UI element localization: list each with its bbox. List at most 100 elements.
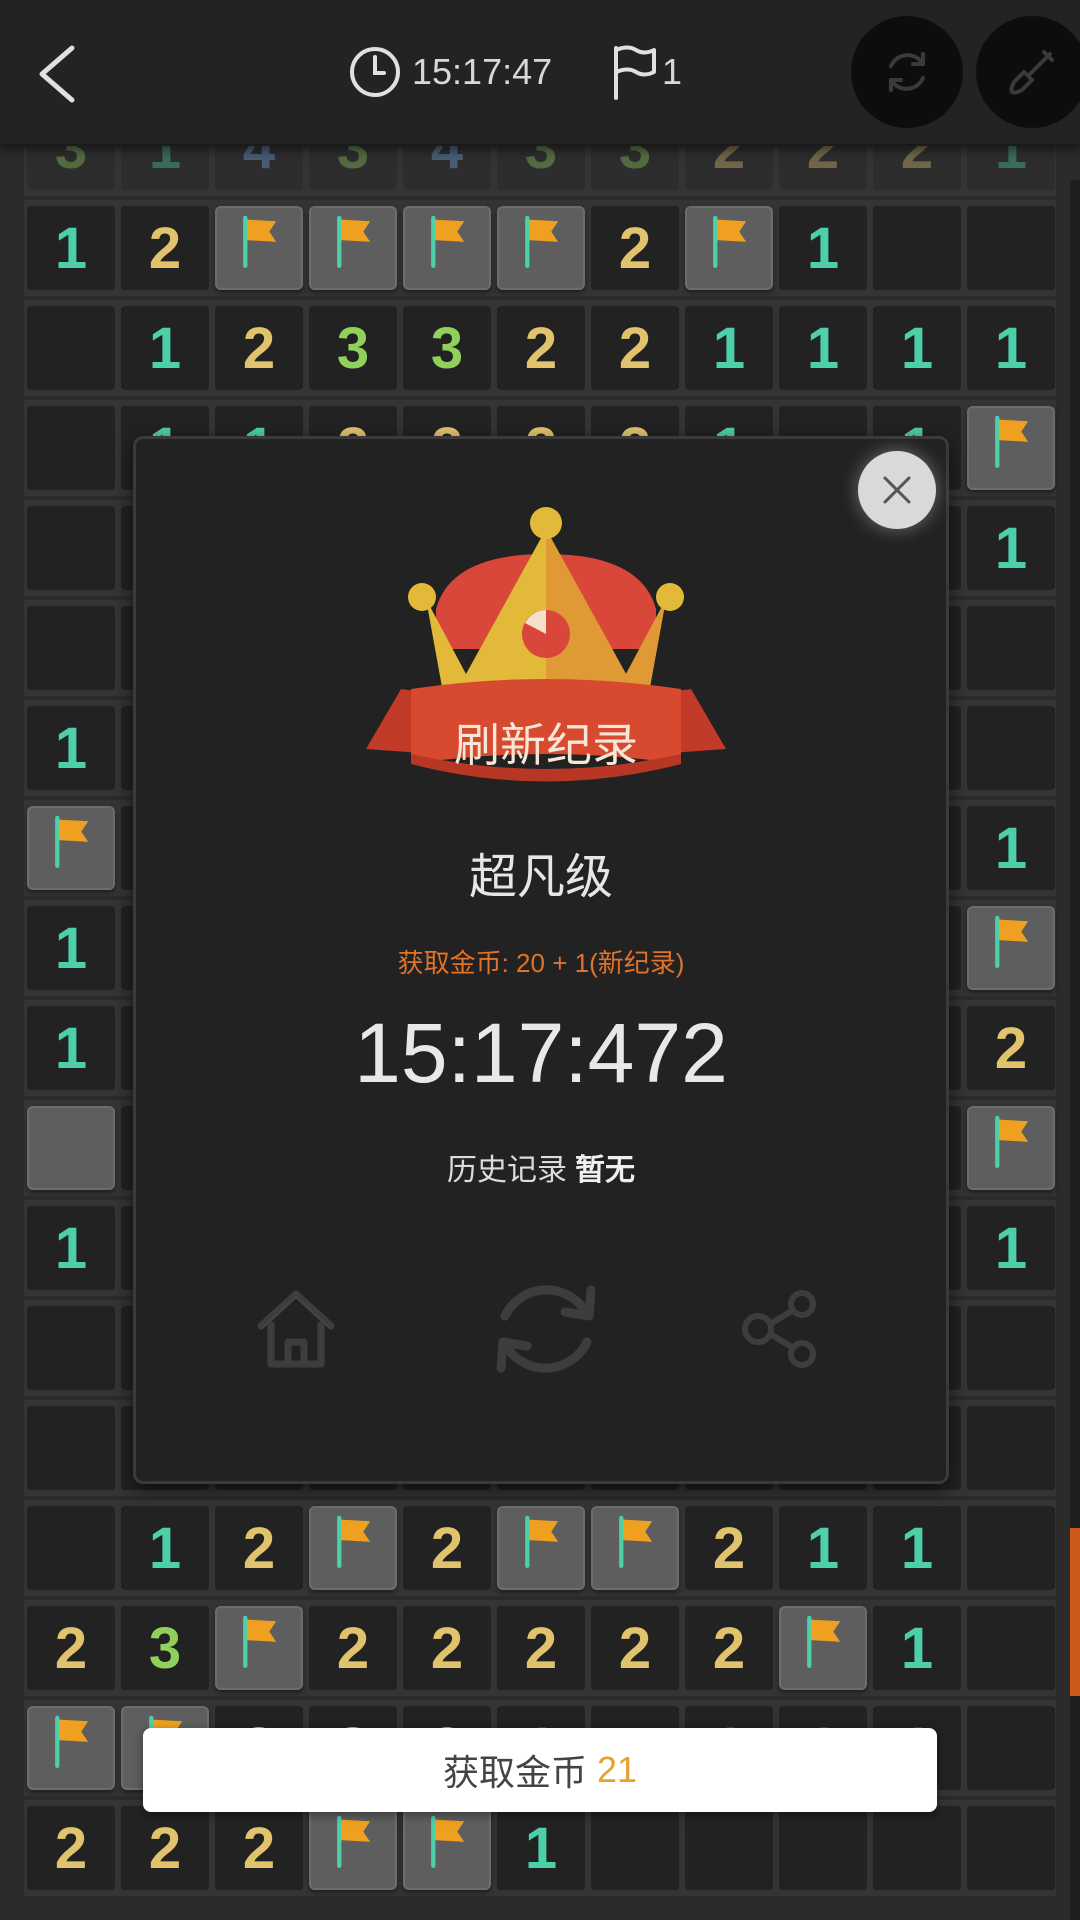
play-again-button[interactable] [476, 1259, 616, 1399]
board-cell[interactable] [967, 1806, 1055, 1890]
flagged-cell[interactable] [967, 906, 1055, 990]
board-cell[interactable] [27, 606, 115, 690]
number-cell[interactable]: 1 [685, 306, 773, 390]
history-label: 历史记录 [447, 1154, 567, 1187]
toast-label: 获取金币 [442, 1752, 587, 1793]
board-cell[interactable] [27, 506, 115, 590]
board-cell[interactable] [591, 1806, 679, 1890]
flagged-cell[interactable] [591, 1506, 679, 1590]
number-cell[interactable]: 2 [591, 306, 679, 390]
flagged-cell[interactable] [215, 1606, 303, 1690]
number-cell[interactable]: 1 [873, 306, 961, 390]
scrollbar-thumb[interactable] [1070, 1528, 1080, 1696]
number-cell[interactable]: 2 [967, 1006, 1055, 1090]
board-cell[interactable] [779, 1806, 867, 1890]
number-cell[interactable]: 2 [121, 1806, 209, 1890]
board-cell[interactable] [967, 1306, 1055, 1390]
number-cell[interactable]: 1 [873, 1506, 961, 1590]
flagged-cell[interactable] [967, 406, 1055, 490]
unrevealed-cell[interactable] [27, 1106, 115, 1190]
number-cell[interactable]: 1 [27, 706, 115, 790]
number-cell[interactable]: 1 [497, 1806, 585, 1890]
number-cell[interactable]: 2 [403, 1606, 491, 1690]
number-cell[interactable]: 2 [309, 1606, 397, 1690]
toast-amount: 21 [596, 1749, 638, 1790]
number-cell[interactable]: 1 [121, 1506, 209, 1590]
board-cell[interactable] [967, 206, 1055, 290]
number-cell[interactable]: 2 [215, 1506, 303, 1590]
flagged-cell[interactable] [497, 206, 585, 290]
number-cell[interactable]: 1 [121, 306, 209, 390]
number-cell[interactable]: 3 [309, 306, 397, 390]
flag-icon [327, 1811, 379, 1885]
number-cell[interactable]: 3 [121, 1606, 209, 1690]
board-cell[interactable] [27, 306, 115, 390]
coins-earned-text: 获取金币: 20 + 1(新纪录) [397, 948, 685, 978]
flagged-cell[interactable] [685, 206, 773, 290]
number-cell[interactable]: 1 [967, 806, 1055, 890]
flagged-cell[interactable] [309, 1506, 397, 1590]
flag-icon [421, 1811, 473, 1885]
number-cell[interactable]: 1 [967, 1206, 1055, 1290]
number-cell[interactable]: 2 [27, 1806, 115, 1890]
number-cell[interactable]: 1 [27, 1006, 115, 1090]
flagged-cell[interactable] [309, 206, 397, 290]
number-cell[interactable]: 2 [215, 1806, 303, 1890]
board-row: 23222221 [24, 1600, 1056, 1700]
board-cell[interactable] [967, 1606, 1055, 1690]
number-cell[interactable]: 2 [27, 1606, 115, 1690]
flagged-cell[interactable] [215, 206, 303, 290]
number-cell[interactable]: 2 [403, 1506, 491, 1590]
number-cell[interactable]: 2 [591, 1606, 679, 1690]
board-cell[interactable] [967, 1706, 1055, 1790]
history-value: 暂无 [575, 1154, 635, 1187]
board-cell[interactable] [967, 1506, 1055, 1590]
board-cell[interactable] [873, 206, 961, 290]
number-cell[interactable]: 1 [779, 1506, 867, 1590]
back-button[interactable] [28, 40, 88, 104]
restart-button[interactable] [851, 16, 963, 128]
board-row: 2221 [24, 1800, 1056, 1900]
board-cell[interactable] [27, 406, 115, 490]
board-cell[interactable] [873, 1806, 961, 1890]
flagged-cell[interactable] [27, 806, 115, 890]
number-cell[interactable]: 2 [497, 306, 585, 390]
number-cell[interactable]: 1 [967, 506, 1055, 590]
board-cell[interactable] [685, 1806, 773, 1890]
number-cell[interactable]: 1 [27, 906, 115, 990]
number-cell[interactable]: 1 [27, 1206, 115, 1290]
board-cell[interactable] [967, 606, 1055, 690]
share-button[interactable] [721, 1269, 841, 1389]
refresh-icon [889, 52, 925, 92]
home-button[interactable] [236, 1269, 356, 1389]
board-cell[interactable] [967, 1406, 1055, 1490]
flagged-cell[interactable] [309, 1806, 397, 1890]
game-screen: 3143433222112211233221111112222111111121… [0, 0, 1080, 1920]
flagged-cell[interactable] [497, 1506, 585, 1590]
flagged-cell[interactable] [779, 1606, 867, 1690]
flagged-cell[interactable] [967, 1106, 1055, 1190]
number-cell[interactable]: 2 [685, 1606, 773, 1690]
flagged-cell[interactable] [403, 206, 491, 290]
number-cell[interactable]: 2 [497, 1606, 585, 1690]
flagged-cell[interactable] [27, 1706, 115, 1790]
number-cell[interactable]: 1 [779, 306, 867, 390]
number-cell[interactable]: 1 [27, 206, 115, 290]
board-cell[interactable] [27, 1506, 115, 1590]
number-cell[interactable]: 1 [873, 1606, 961, 1690]
number-cell[interactable]: 1 [779, 206, 867, 290]
number-cell[interactable]: 2 [685, 1506, 773, 1590]
number-cell[interactable]: 2 [591, 206, 679, 290]
board-cell[interactable] [27, 1406, 115, 1490]
flagged-cell[interactable] [403, 1806, 491, 1890]
board-cell[interactable] [27, 1306, 115, 1390]
close-button[interactable] [858, 451, 936, 529]
difficulty-level: 超凡级 [468, 851, 613, 904]
number-cell[interactable]: 3 [403, 306, 491, 390]
board-cell[interactable] [967, 706, 1055, 790]
number-cell[interactable]: 1 [967, 306, 1055, 390]
flag-icon [985, 1111, 1037, 1185]
dig-mode-button[interactable] [976, 16, 1080, 128]
number-cell[interactable]: 2 [121, 206, 209, 290]
number-cell[interactable]: 2 [215, 306, 303, 390]
